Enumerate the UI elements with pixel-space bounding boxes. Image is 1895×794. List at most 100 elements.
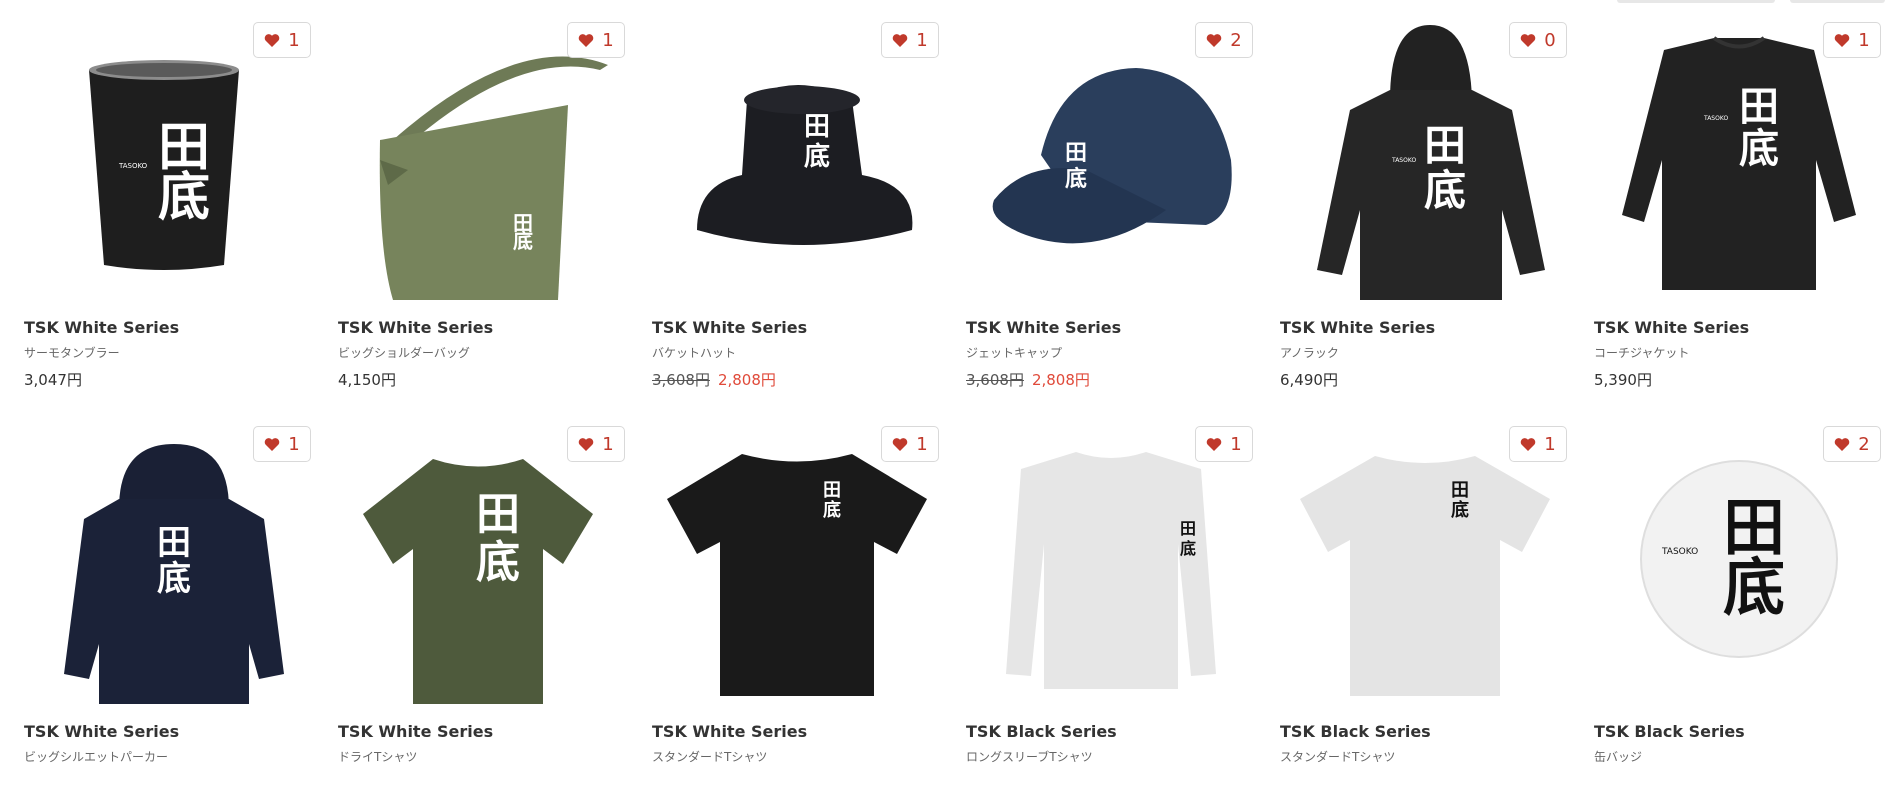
product-card[interactable]: 田 底 1 TSK White Series スタンダードTシャツ [652,404,942,794]
like-count: 1 [288,29,300,51]
product-card[interactable]: 田 底 TASOKO 0 TSK White Series アノラック 6,49… [1280,0,1570,390]
heart-icon [1835,437,1850,451]
svg-text:TASOKO: TASOKO [118,162,148,170]
sale-price: 2,808円 [1031,371,1090,389]
product-type: ビッグショルダーバッグ [338,346,470,360]
product-title[interactable]: TSK White Series [966,318,1121,337]
svg-text:底: 底 [1451,499,1469,521]
like-count: 1 [602,433,614,455]
like-button[interactable]: 2 [1195,22,1253,58]
product-card[interactable]: 田 底 1 TSK White Series バケットハット 3,608円 2,8… [652,0,942,390]
product-title[interactable]: TSK White Series [24,722,179,741]
svg-text:底: 底 [476,537,520,588]
product-type: サーモタンブラー [24,346,120,360]
like-button[interactable]: 1 [1823,22,1881,58]
product-type: 缶バッジ [1594,750,1643,764]
like-count: 2 [1230,29,1242,51]
product-card[interactable]: 田 底 1 TSK Black Series ロングスリーブTシャツ [966,404,1256,794]
svg-text:田: 田 [1424,121,1466,170]
like-button[interactable]: 1 [253,22,311,58]
price-value: 3,047円 [24,371,82,389]
like-button[interactable]: 2 [1823,426,1881,462]
like-button[interactable]: 1 [881,426,939,462]
svg-text:TASOKO: TASOKO [1661,547,1698,557]
product-title[interactable]: TSK White Series [652,318,807,337]
product-type: スタンダードTシャツ [1280,750,1396,764]
like-count: 1 [602,29,614,51]
product-title[interactable]: TSK White Series [24,318,179,337]
svg-text:底: 底 [804,141,830,172]
product-title[interactable]: TSK White Series [338,318,493,337]
heart-icon [1521,33,1536,47]
product-type: ビッグシルエットパーカー [24,750,169,764]
product-title[interactable]: TSK White Series [1280,318,1435,337]
heart-icon [265,33,280,47]
sale-price: 2,808円 [717,371,776,389]
svg-text:底: 底 [158,167,210,228]
product-title[interactable]: TSK White Series [338,722,493,741]
svg-text:底: 底 [1739,125,1779,172]
svg-text:田: 田 [1451,480,1469,501]
product-price: 3,047円 [24,369,82,390]
heart-icon [1207,33,1222,47]
product-card[interactable]: 田 底 2 TSK White Series ジェットキャップ 3,608円 2,… [966,0,1256,390]
product-type: スタンダードTシャツ [652,750,768,764]
heart-icon [893,437,908,451]
svg-text:田: 田 [1065,140,1087,166]
svg-text:底: 底 [513,229,533,253]
svg-text:田: 田 [1739,83,1779,130]
heart-icon [265,437,280,451]
product-type: ロングスリーブTシャツ [966,750,1093,764]
product-type: アノラック [1280,346,1339,360]
product-title[interactable]: TSK White Series [652,722,807,741]
original-price: 3,608円 [966,371,1024,389]
heart-icon [1835,33,1850,47]
like-button[interactable]: 1 [1509,426,1567,462]
like-button[interactable]: 1 [1195,426,1253,462]
product-card[interactable]: 田 底 1 TSK White Series ビッグシルエットパーカー [24,404,314,794]
product-card[interactable]: 田 底 TASOKO 2 TSK Black Series 缶バッジ [1594,404,1884,794]
product-card[interactable]: 田 底 TASOKO 1 TSK White Series サーモタンブラー 3… [24,0,314,390]
product-type: バケットハット [652,346,737,360]
product-card[interactable]: 田 底 1 TSK White Series ドライTシャツ [338,404,628,794]
like-button[interactable]: 0 [1509,22,1567,58]
svg-text:田: 田 [157,523,191,563]
svg-text:底: 底 [1723,551,1785,624]
like-button[interactable]: 1 [253,426,311,462]
product-price: 5,390円 [1594,369,1652,390]
svg-text:田: 田 [476,489,520,540]
svg-text:底: 底 [823,499,841,521]
price-value: 4,150円 [338,371,396,389]
like-count: 1 [1544,433,1556,455]
like-count: 0 [1544,29,1556,51]
like-button[interactable]: 1 [881,22,939,58]
svg-text:田: 田 [823,480,841,501]
product-card[interactable]: 田 底 1 TSK White Series ビッグショルダーバッグ 4,150… [338,0,628,390]
product-type: コーチジャケット [1594,346,1690,360]
price-value: 5,390円 [1594,371,1652,389]
product-type: ドライTシャツ [338,750,418,764]
like-count: 1 [1858,29,1870,51]
heart-icon [893,33,908,47]
product-type: ジェットキャップ [966,346,1063,360]
product-title[interactable]: TSK Black Series [1594,722,1745,741]
like-count: 1 [288,433,300,455]
svg-text:田: 田 [1180,519,1196,538]
product-title[interactable]: TSK White Series [1594,318,1749,337]
product-card[interactable]: 田 底 1 TSK Black Series スタンダードTシャツ [1280,404,1570,794]
svg-text:底: 底 [157,559,191,599]
product-price: 4,150円 [338,369,396,390]
product-title[interactable]: TSK Black Series [966,722,1117,741]
heart-icon [1207,437,1222,451]
svg-text:TASOKO: TASOKO [1703,115,1728,122]
like-button[interactable]: 1 [567,426,625,462]
like-button[interactable]: 1 [567,22,625,58]
svg-text:底: 底 [1424,166,1466,215]
product-title[interactable]: TSK Black Series [1280,722,1431,741]
product-price: 6,490円 [1280,369,1338,390]
product-card[interactable]: 田 底 TASOKO 1 TSK White Series コーチジャケット 5… [1594,0,1884,390]
heart-icon [579,33,594,47]
original-price: 3,608円 [652,371,710,389]
svg-text:田: 田 [804,112,830,142]
like-count: 1 [916,29,928,51]
